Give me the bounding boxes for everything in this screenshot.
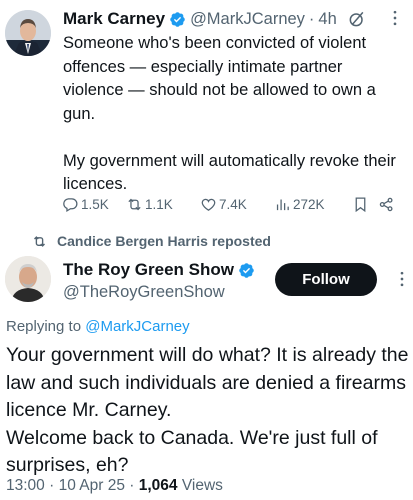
- author-handle[interactable]: @MarkJCarney: [190, 10, 305, 29]
- repost-icon: [128, 198, 141, 210]
- tweet-time[interactable]: 4h: [318, 10, 336, 29]
- reply-icon: [63, 197, 78, 212]
- avatar-portrait-icon: [5, 256, 51, 302]
- tweet-date[interactable]: 10 Apr 25: [59, 477, 125, 494]
- more-options-icon[interactable]: [385, 8, 405, 28]
- avatar-portrait-icon: [5, 10, 51, 56]
- tweet-actions: 1.5K 1.1K 7.4K 272K: [62, 193, 402, 215]
- avatar-mark-carney[interactable]: [5, 10, 51, 56]
- repost-icon: [34, 235, 45, 247]
- verified-badge-icon: [170, 11, 185, 27]
- replying-to: Replying to @MarkJCarney: [6, 318, 190, 335]
- avatar-roy-green[interactable]: [5, 256, 51, 302]
- bookmark-button[interactable]: [352, 196, 378, 213]
- tweet-text: Someone who's been convicted of violent …: [63, 34, 396, 193]
- like-count: 7.4K: [219, 196, 247, 212]
- repost-button[interactable]: 1.1K: [126, 196, 200, 213]
- like-button[interactable]: 7.4K: [200, 196, 274, 213]
- bookmark-icon: [355, 196, 366, 212]
- author-handle[interactable]: @TheRoyGreenShow: [63, 283, 225, 302]
- meta-separator: ·: [124, 477, 139, 494]
- more-options-icon[interactable]: [392, 269, 412, 289]
- tweet-header: Mark Carney @MarkJCarney · 4h: [63, 6, 405, 32]
- views-icon: [276, 199, 289, 210]
- quoted-tweet[interactable]: Mark Carney @MarkJCarney · 4h Someone wh…: [0, 0, 413, 222]
- repost-banner-text: Candice Bergen Harris reposted: [57, 233, 271, 249]
- replying-prefix: Replying to: [6, 318, 86, 335]
- reply-count: 1.5K: [81, 196, 109, 212]
- share-button[interactable]: [378, 196, 397, 213]
- author-name[interactable]: The Roy Green Show: [63, 260, 234, 280]
- views-label: Views: [177, 477, 223, 494]
- meta-separator: ·: [44, 477, 59, 494]
- views-button[interactable]: 272K: [274, 196, 352, 213]
- follow-button[interactable]: Follow: [275, 263, 377, 296]
- author-name-row: The Roy Green Show: [63, 260, 259, 280]
- views-count: 272K: [293, 196, 325, 212]
- repost-banner[interactable]: Candice Bergen Harris reposted: [32, 231, 271, 251]
- like-icon: [201, 198, 216, 211]
- views-count: 1,064: [138, 477, 178, 494]
- share-icon: [379, 197, 393, 211]
- author-name[interactable]: Mark Carney: [63, 9, 165, 29]
- replying-to-mention[interactable]: @MarkJCarney: [85, 318, 189, 335]
- reply-button[interactable]: 1.5K: [62, 196, 126, 213]
- separator-dot: ·: [308, 9, 315, 28]
- tweet-metadata: 13:00 · 10 Apr 25 · 1,064 Views: [6, 477, 223, 495]
- verified-badge-icon: [239, 262, 254, 278]
- grok-icon[interactable]: [347, 9, 367, 29]
- tweet-time[interactable]: 13:00: [6, 477, 45, 494]
- repost-count: 1.1K: [145, 196, 173, 212]
- tweet-text: Your government will do what? It is alre…: [6, 344, 409, 476]
